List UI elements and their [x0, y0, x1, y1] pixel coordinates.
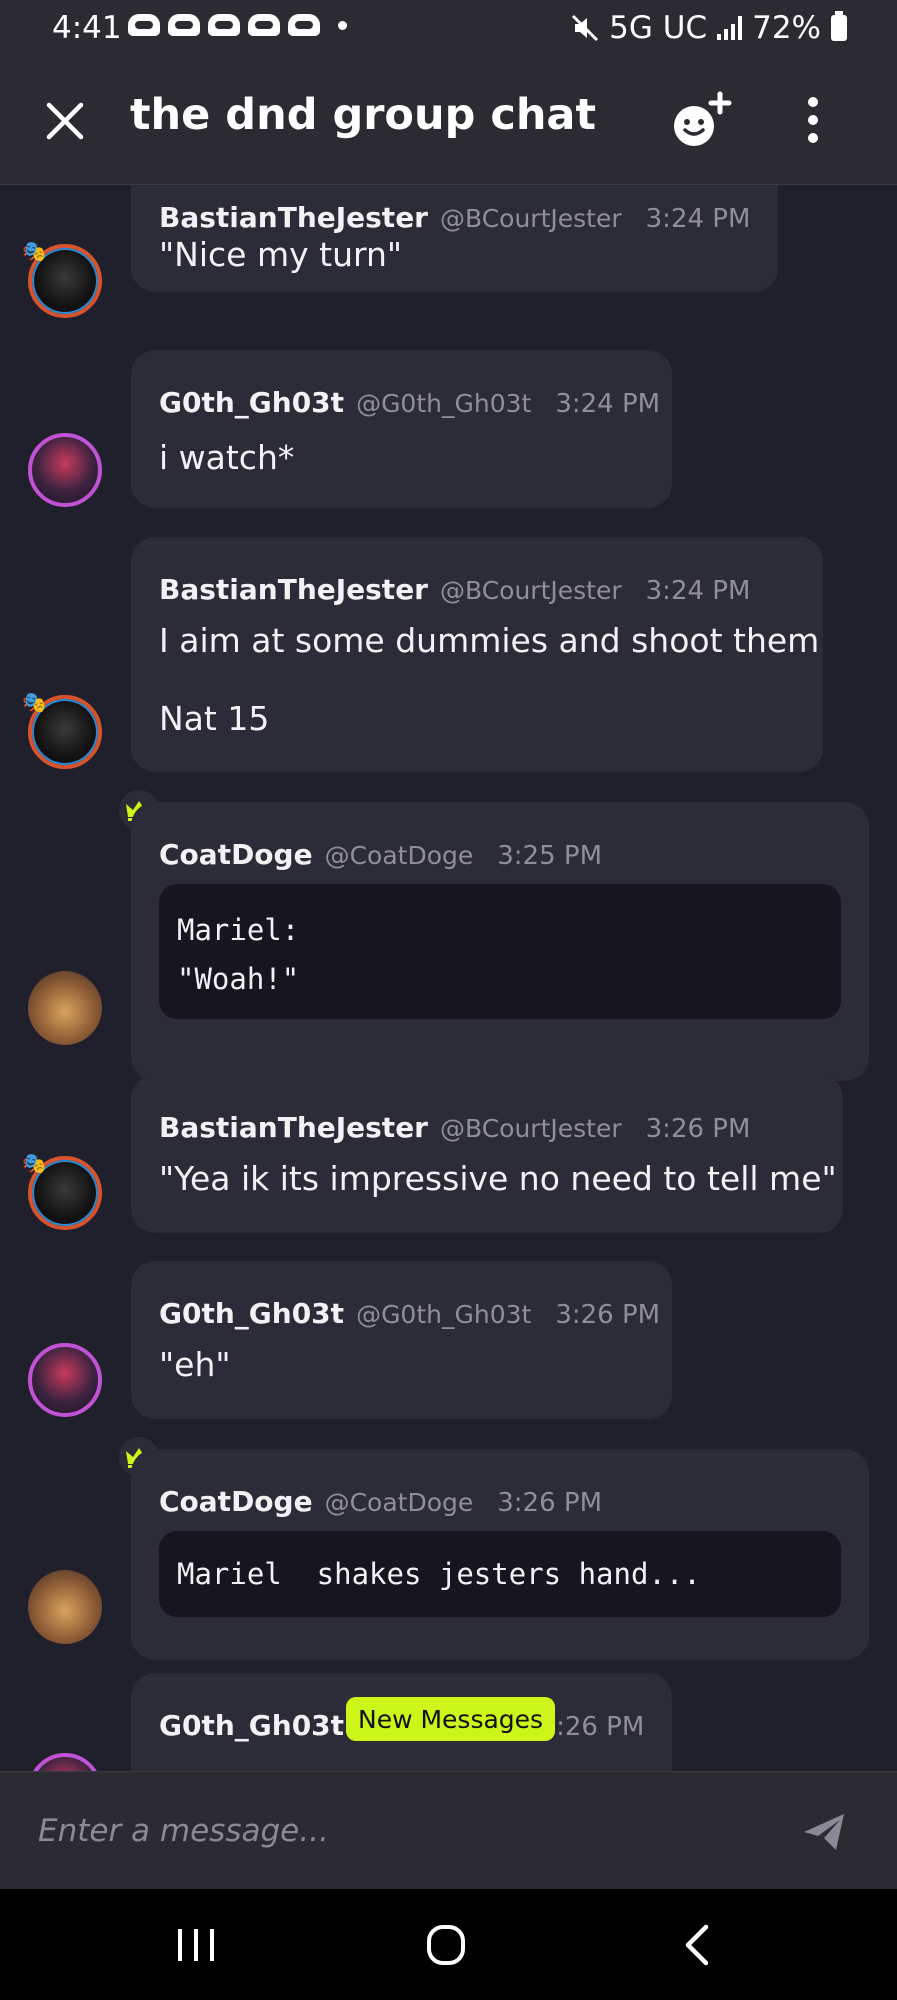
message-time: 3:24 PM [645, 204, 751, 234]
message-bubble: G0th_Gh03t @G0th_Gh03t 3:26 PM "eh" [131, 1261, 672, 1419]
chat-title: the dnd group chat [130, 90, 597, 140]
message-author[interactable]: BastianTheJester [159, 573, 428, 606]
jester-hat-decoration: 🎭 [22, 239, 47, 263]
avatar[interactable] [28, 1753, 102, 1771]
jester-hat-decoration: 🎭 [22, 690, 47, 714]
message-handle: @CoatDoge [324, 841, 474, 870]
message-bubble: BastianTheJester @BCourtJester 3:24 PM "… [131, 185, 778, 292]
message-text: "eh" [159, 1345, 231, 1384]
code-block: Mariel: "Woah!" [159, 884, 841, 1019]
new-messages-badge[interactable]: New Messages [346, 1697, 556, 1741]
discord-notification-icon [288, 14, 320, 36]
message-bubble: BastianTheJester @BCourtJester 3:26 PM "… [131, 1075, 843, 1233]
more-vertical-icon[interactable] [796, 92, 830, 148]
message-author[interactable]: G0th_Gh03t [159, 386, 344, 419]
message-text: I aim at some dummies and shoot them [159, 621, 820, 660]
message-time: 3:24 PM [645, 576, 751, 606]
message-text: "Nice my turn" [159, 235, 403, 274]
message-handle: @G0th_Gh03t [356, 389, 532, 418]
message-time: :26 PM [556, 1712, 645, 1742]
avatar[interactable] [28, 433, 102, 507]
jester-hat-decoration: 🎭 [22, 1151, 47, 1175]
message-bubble: CoatDoge @CoatDoge 3:26 PM Mariel shakes… [131, 1449, 869, 1660]
battery-percent: 72% [752, 10, 821, 46]
code-line: Mariel shakes jesters hand... [177, 1557, 701, 1591]
message-bubble: CoatDoge @CoatDoge 3:25 PM Mariel: "Woah… [131, 802, 869, 1081]
add-emoji-icon[interactable] [668, 90, 732, 150]
message-time: 3:26 PM [645, 1114, 751, 1144]
status-time: 4:41 [52, 10, 122, 46]
message-handle: @BCourtJester [440, 576, 622, 605]
message-author[interactable]: G0th_Gh03t [159, 1709, 344, 1742]
message-composer [0, 1771, 897, 1890]
avatar[interactable] [28, 1570, 102, 1644]
message-time: 3:25 PM [497, 841, 603, 871]
more-notifications-dot [338, 21, 347, 30]
message-list[interactable]: 🎭 BastianTheJester @BCourtJester 3:24 PM… [0, 185, 897, 1771]
code-line: Mariel: [177, 913, 300, 947]
discord-notification-icon [128, 14, 160, 36]
message-text: Nat 15 [159, 699, 270, 738]
notification-icons [128, 14, 347, 36]
avatar[interactable] [28, 1343, 102, 1417]
chat-header: the dnd group chat [0, 60, 897, 185]
mute-icon [572, 14, 599, 42]
back-icon[interactable] [668, 1919, 728, 1971]
battery-icon [831, 11, 847, 41]
message-author[interactable]: G0th_Gh03t [159, 1297, 344, 1330]
status-bar: 4:41 5G UC 72% [0, 0, 897, 60]
system-nav-bar [0, 1889, 897, 2000]
signal-icon [717, 16, 743, 40]
message-time: 3:24 PM [555, 389, 661, 419]
message-handle: @G0th_Gh03t [356, 1300, 532, 1329]
send-icon[interactable] [800, 1808, 848, 1856]
discord-notification-icon [248, 14, 280, 36]
recent-apps-icon[interactable] [166, 1919, 226, 1971]
message-author[interactable]: CoatDoge [159, 838, 313, 871]
avatar[interactable] [28, 971, 102, 1045]
message-handle: @CoatDoge [324, 1488, 474, 1517]
message-author[interactable]: BastianTheJester [159, 1111, 428, 1144]
message-bubble: BastianTheJester @BCourtJester 3:24 PM I… [131, 537, 823, 772]
message-text: "Yea ik its impressive no need to tell m… [159, 1159, 837, 1198]
message-author[interactable]: CoatDoge [159, 1485, 313, 1518]
close-icon[interactable] [42, 98, 88, 144]
message-text: i watch* [159, 438, 295, 477]
home-icon[interactable] [416, 1919, 476, 1971]
discord-notification-icon [208, 14, 240, 36]
message-time: 3:26 PM [555, 1300, 661, 1330]
message-bubble: G0th_Gh03t @G0th_Gh03t 3:24 PM i watch* [131, 350, 672, 508]
message-handle: @BCourtJester [440, 204, 622, 233]
discord-notification-icon [168, 14, 200, 36]
message-time: 3:26 PM [497, 1488, 603, 1518]
message-input[interactable] [36, 1802, 780, 1860]
network-label: 5G UC [609, 10, 708, 46]
code-line: "Woah!" [177, 962, 300, 996]
code-block: Mariel shakes jesters hand... [159, 1531, 841, 1617]
message-author[interactable]: BastianTheJester [159, 201, 428, 234]
message-handle: @BCourtJester [440, 1114, 622, 1143]
